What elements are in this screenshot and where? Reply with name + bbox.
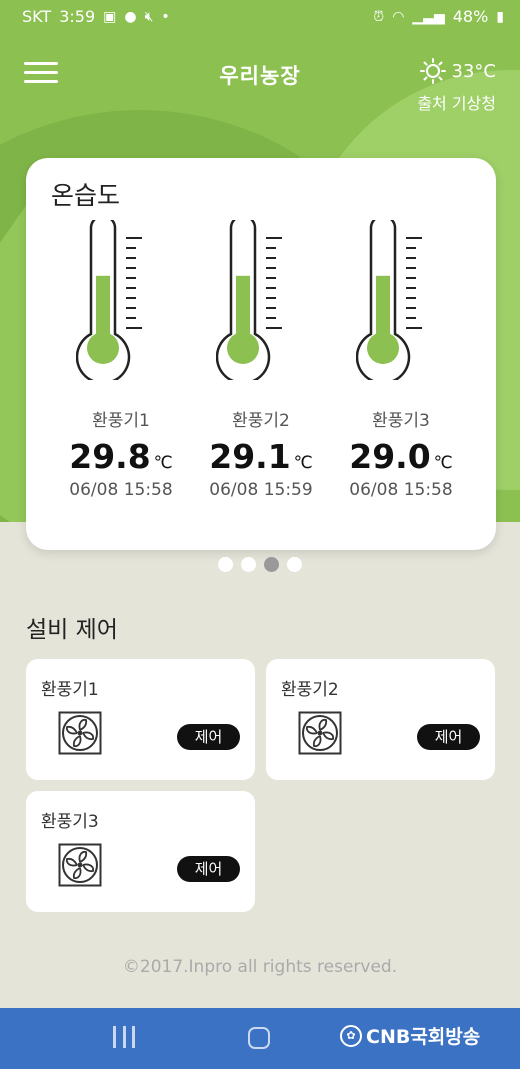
section-title: 설비 제어 (26, 617, 118, 643)
sensor-item: 환풍기2 29.1 ℃ 06/08 15:59 (191, 220, 331, 500)
page-dot[interactable] (218, 557, 233, 572)
broadcaster-watermark: ✿ CNB국회방송 (340, 1022, 480, 1049)
control-button[interactable]: 제어 (177, 856, 240, 882)
card-title: 온습도 (51, 181, 121, 210)
control-button[interactable]: 제어 (417, 724, 480, 750)
fan-icon (298, 711, 342, 755)
sensor-unit: ℃ (293, 453, 313, 473)
sensor-timestamp: 06/08 15:58 (69, 480, 173, 500)
battery-icon: ▮ (496, 8, 504, 25)
battery-label: 48% (452, 7, 489, 26)
image-icon: ▣ (103, 8, 117, 25)
clock-label: 3:59 (59, 7, 96, 26)
signal-icon: ▁▃▅ (412, 8, 445, 25)
weather-temperature: 33°C (451, 60, 496, 82)
sensor-name: 환풍기1 (92, 411, 150, 431)
recent-apps-icon[interactable] (113, 1026, 135, 1050)
sensor-timestamp: 06/08 15:58 (349, 480, 453, 500)
device-name: 환풍기1 (41, 680, 99, 700)
system-nav-bar: ✿ CNB국회방송 (0, 1008, 520, 1069)
page-indicator (0, 557, 520, 572)
sensor-value: 29.1 (209, 437, 291, 476)
device-name: 환풍기2 (281, 680, 339, 700)
sensor-card[interactable]: 온습도 환풍기1 29.8 ℃ 06/08 15:58 환풍기2 29.1 ℃ … (26, 158, 496, 550)
carrier-label: SKT (22, 7, 52, 26)
sensor-item: 환풍기3 29.0 ℃ 06/08 15:58 (331, 220, 471, 500)
thermometer-icon (216, 220, 282, 380)
thermometer-icon (76, 220, 142, 380)
sensor-item: 환풍기1 29.8 ℃ 06/08 15:58 (51, 220, 191, 500)
mute-icon: 🔇︎ (144, 8, 154, 25)
page-dot[interactable] (241, 557, 256, 572)
thermometer-icon (356, 220, 422, 380)
control-button[interactable]: 제어 (177, 724, 240, 750)
page-dot[interactable] (287, 557, 302, 572)
app-header: 우리농장 33°C 출처 기상청 (0, 40, 520, 120)
sensor-value: 29.0 (349, 437, 431, 476)
weather-source: 출처 기상청 (417, 94, 496, 113)
home-icon[interactable] (248, 1027, 270, 1049)
watermark-text: CNB국회방송 (366, 1026, 481, 1048)
device-card[interactable]: 환풍기2 제어 (266, 659, 495, 780)
sensor-unit: ℃ (433, 453, 453, 473)
fan-icon (58, 711, 102, 755)
chat-icon: ● (124, 8, 137, 25)
sensor-name: 환풍기3 (372, 411, 430, 431)
wifi-icon: ◠ (392, 8, 405, 25)
sensor-value: 29.8 (69, 437, 151, 476)
seal-icon: ✿ (340, 1024, 362, 1047)
device-name: 환풍기3 (41, 812, 99, 832)
copyright-text: ©2017.Inpro all rights reserved. (122, 957, 398, 977)
device-card[interactable]: 환풍기3 제어 (26, 791, 255, 912)
device-card[interactable]: 환풍기1 제어 (26, 659, 255, 780)
status-bar: SKT 3:59 ▣ ● 🔇︎ • ⏰︎ ◠ ▁▃▅ 48% ▮ (0, 0, 520, 34)
alarm-icon: ⏰︎ (373, 8, 385, 25)
dot-icon: • (161, 8, 170, 25)
sensor-unit: ℃ (153, 453, 173, 473)
sun-icon (419, 58, 446, 84)
sensor-name: 환풍기2 (232, 411, 290, 431)
weather-widget: 33°C 출처 기상청 (417, 58, 496, 114)
fan-icon (58, 843, 102, 887)
page-dot-active[interactable] (264, 557, 279, 572)
sensor-timestamp: 06/08 15:59 (209, 480, 313, 500)
